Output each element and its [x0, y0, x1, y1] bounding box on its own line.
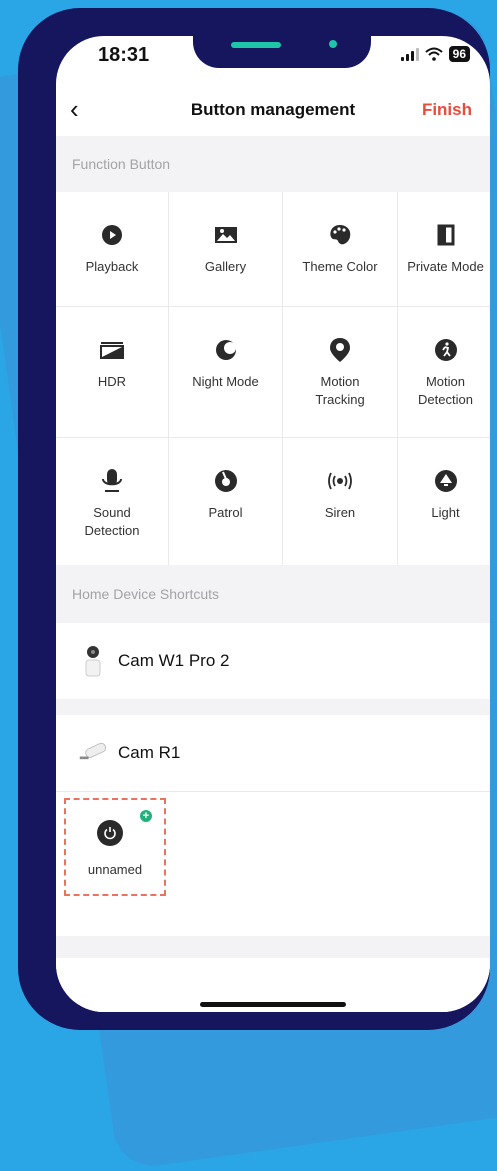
play-icon	[99, 222, 125, 248]
function-item-playback[interactable]: Playback	[56, 192, 168, 306]
section-header-function-button: Function Button	[56, 136, 490, 192]
gallery-icon	[213, 222, 239, 248]
siren-icon	[327, 468, 353, 494]
phone-notch	[193, 16, 371, 68]
function-label: HDR	[97, 374, 127, 389]
function-label: Night Mode	[192, 374, 259, 389]
signal-icon	[400, 47, 419, 61]
add-badge-icon[interactable]: +	[140, 810, 152, 822]
nav-bar: ‹ Button management Finish	[56, 92, 490, 130]
function-item-gallery[interactable]: Gallery	[169, 192, 282, 306]
function-item-sound-detection[interactable]: Sound Detection	[56, 438, 168, 567]
shortcut-label: unnamed	[87, 862, 143, 877]
bullet-camera-icon	[78, 733, 108, 773]
device-name: Cam R1	[118, 743, 181, 762]
function-label: Sound Detection	[84, 505, 140, 538]
function-label: Light	[431, 505, 460, 520]
device-name: Cam W1 Pro 2	[118, 651, 230, 670]
function-item-patrol[interactable]: Patrol	[169, 438, 282, 567]
function-item-hdr[interactable]: HDR	[56, 307, 168, 437]
home-indicator[interactable]	[200, 1002, 346, 1007]
function-label: Siren	[324, 505, 356, 520]
function-item-motion-tracking[interactable]: Motion Tracking	[283, 307, 397, 437]
light-icon	[433, 468, 459, 494]
indoor-camera-icon	[78, 641, 108, 681]
function-item-theme-color[interactable]: Theme Color	[283, 192, 397, 306]
device-row-cam-r1[interactable]: Cam R1	[56, 715, 490, 791]
device-row-cam-w1-pro-2[interactable]: Cam W1 Pro 2	[56, 623, 490, 699]
row-divider	[56, 791, 490, 792]
shortcut-item-unnamed[interactable]: + unnamed	[64, 798, 166, 896]
function-item-siren[interactable]: Siren	[283, 438, 397, 567]
app-screen: 18:31 96 ‹ Button management Finish Func…	[56, 36, 490, 1012]
function-button-grid: Playback Gallery Theme Color Private Mod…	[56, 192, 490, 567]
function-label: Patrol	[208, 505, 243, 520]
function-label: Motion Tracking	[315, 374, 365, 407]
bottom-gap	[56, 936, 490, 958]
function-label: Motion Detection	[418, 374, 473, 407]
section-gap	[56, 699, 490, 715]
function-label: Private Mode	[407, 259, 484, 274]
status-time: 18:31	[98, 44, 150, 66]
camera-dot	[329, 40, 337, 48]
speaker-bar	[231, 42, 281, 48]
power-icon	[97, 820, 123, 846]
microphone-icon	[99, 468, 125, 494]
wifi-icon	[424, 47, 443, 61]
private-mode-icon	[433, 222, 459, 248]
function-item-private-mode[interactable]: Private Mode	[398, 192, 490, 306]
phone-frame: 18:31 96 ‹ Button management Finish Func…	[18, 8, 490, 1030]
running-person-icon	[433, 337, 459, 363]
patrol-icon	[213, 468, 239, 494]
function-label: Playback	[85, 259, 139, 274]
location-pin-icon	[327, 337, 353, 363]
moon-icon	[213, 337, 239, 363]
function-item-motion-detection[interactable]: Motion Detection	[398, 307, 490, 437]
palette-icon	[327, 222, 353, 248]
finish-button[interactable]: Finish	[422, 100, 472, 120]
function-item-light[interactable]: Light	[398, 438, 490, 567]
function-label: Gallery	[204, 259, 247, 274]
hdr-icon	[99, 337, 125, 363]
status-icons: 96	[400, 46, 470, 62]
battery-icon: 96	[448, 46, 470, 62]
function-item-night-mode[interactable]: Night Mode	[169, 307, 282, 437]
function-label: Theme Color	[302, 259, 378, 274]
section-header-home-device-shortcuts: Home Device Shortcuts	[56, 565, 490, 623]
